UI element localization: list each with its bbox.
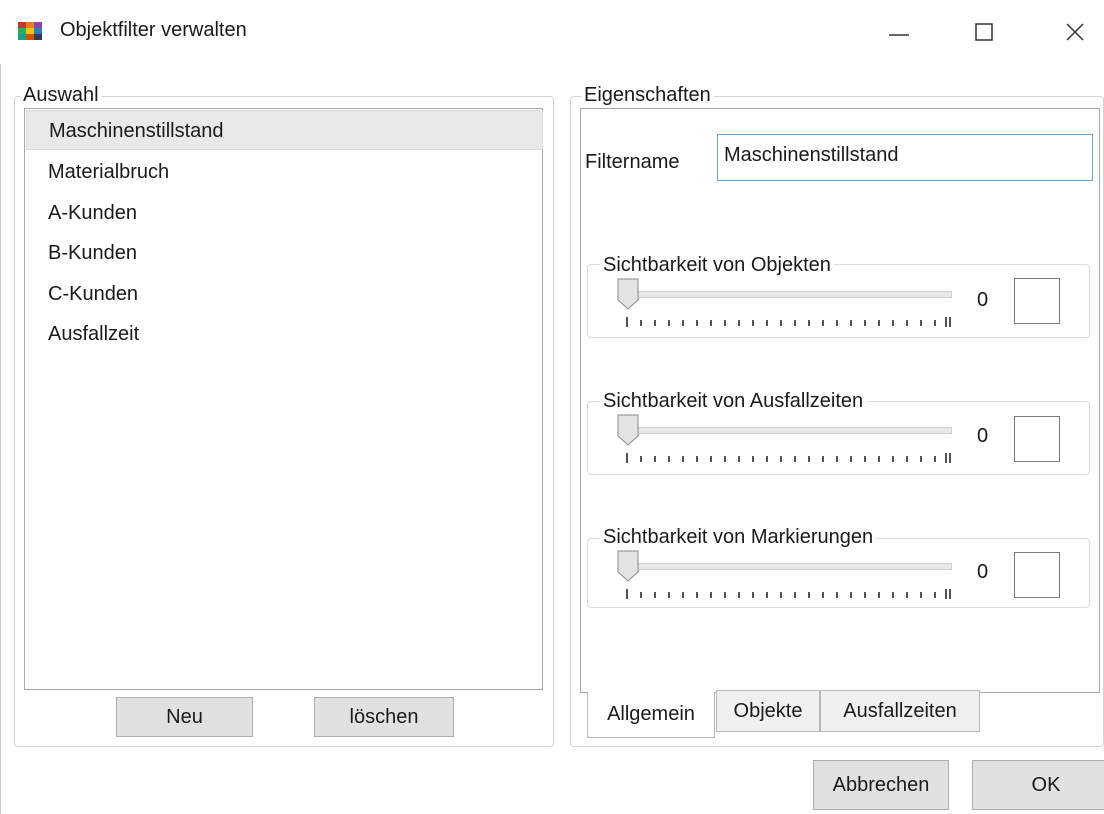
visibility-objects-ticks [626, 317, 951, 327]
tab-objekte[interactable]: Objekte [716, 690, 820, 732]
eigenschaften-legend: Eigenschaften [581, 84, 714, 106]
tab-ausfallzeiten[interactable]: Ausfallzeiten [820, 690, 980, 732]
tab-allgemein[interactable]: Allgemein [587, 692, 715, 738]
visibility-markers-checkbox[interactable] [1014, 552, 1060, 598]
visibility-objects-track [620, 291, 952, 298]
new-button[interactable]: Neu [116, 697, 253, 737]
visibility-markers-track [620, 563, 952, 570]
close-button[interactable] [1046, 0, 1104, 64]
app-icon [18, 22, 42, 40]
window-border [0, 64, 8, 814]
list-item-label: A-Kunden [48, 202, 137, 224]
visibility-markers-value: 0 [977, 561, 989, 583]
filtername-input[interactable]: Maschinenstillstand [717, 134, 1093, 181]
visibility-downtime-ticks [626, 453, 951, 463]
list-item[interactable]: C-Kunden [26, 274, 543, 314]
list-item[interactable]: Materialbruch [26, 152, 543, 192]
visibility-markers-ticks [626, 589, 951, 599]
window-title: Objektfilter verwalten [60, 19, 247, 41]
delete-button[interactable]: löschen [314, 697, 454, 737]
list-item[interactable]: B-Kunden [26, 233, 543, 273]
visibility-markers-slider-thumb[interactable] [617, 550, 639, 582]
list-item[interactable]: Ausfallzeit [26, 314, 543, 354]
list-item-label: Maschinenstillstand [49, 120, 224, 142]
list-item-label: Ausfallzeit [48, 323, 140, 345]
visibility-objects-slider-thumb[interactable] [617, 278, 639, 310]
list-item-label: Materialbruch [48, 161, 170, 183]
visibility-objects-label: Sichtbarkeit von Objekten [600, 254, 834, 276]
list-item[interactable]: Maschinenstillstand [26, 110, 543, 150]
visibility-objects-value: 0 [977, 289, 989, 311]
auswahl-legend: Auswahl [20, 84, 102, 106]
minimize-icon [889, 34, 909, 36]
visibility-markers-label: Sichtbarkeit von Markierungen [600, 526, 877, 548]
filter-listbox[interactable]: Maschinenstillstand Materialbruch A-Kund… [24, 108, 543, 690]
cancel-button[interactable]: Abbrechen [813, 760, 949, 810]
visibility-downtime-label: Sichtbarkeit von Ausfallzeiten [600, 390, 867, 412]
ok-button[interactable]: OK [972, 760, 1104, 810]
minimize-button[interactable] [870, 0, 928, 64]
visibility-downtime-slider-thumb[interactable] [617, 414, 639, 446]
visibility-objects-checkbox[interactable] [1014, 278, 1060, 324]
visibility-downtime-checkbox[interactable] [1014, 416, 1060, 462]
filtername-label: Filtername [585, 151, 680, 173]
list-item-label: C-Kunden [48, 283, 139, 305]
close-icon [1066, 23, 1084, 41]
maximize-icon [975, 23, 993, 41]
list-item[interactable]: A-Kunden [26, 193, 543, 233]
visibility-downtime-value: 0 [977, 425, 989, 447]
maximize-button[interactable] [955, 0, 1013, 64]
visibility-downtime-track [620, 427, 952, 434]
list-item-label: B-Kunden [48, 242, 137, 264]
